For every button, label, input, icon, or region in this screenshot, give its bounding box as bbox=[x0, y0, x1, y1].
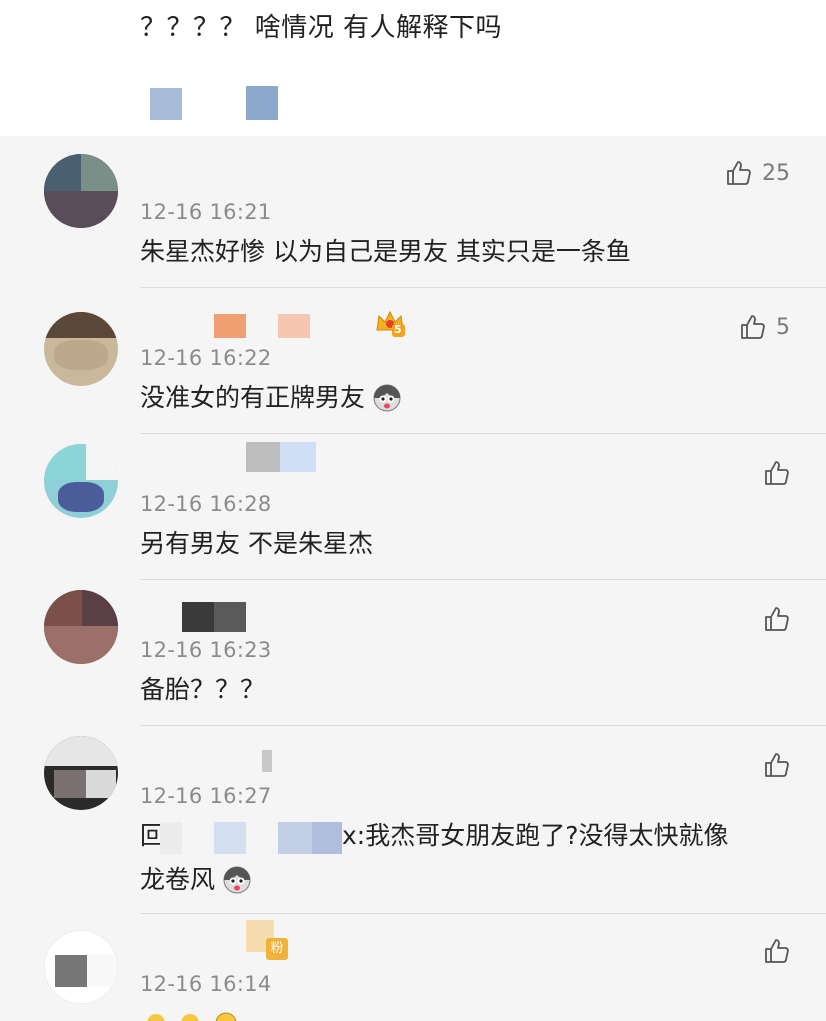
like-button[interactable] bbox=[762, 458, 800, 488]
avatar[interactable] bbox=[44, 930, 118, 1004]
emoji-icon bbox=[147, 1012, 237, 1021]
username-blur[interactable] bbox=[214, 314, 246, 338]
thumbs-up-icon bbox=[741, 315, 765, 339]
username-blur[interactable] bbox=[278, 314, 310, 338]
comment-item: 12-16 16:23 备胎？？？ bbox=[0, 580, 826, 726]
comment-text: 备胎？？？ bbox=[140, 675, 266, 704]
avatar[interactable] bbox=[44, 736, 118, 810]
husky-face-emoji-icon bbox=[223, 866, 251, 894]
username-blur[interactable] bbox=[182, 602, 214, 632]
like-count: 5 bbox=[776, 314, 790, 340]
comment-time: 12-16 16:28 bbox=[140, 492, 272, 516]
thumbs-up-icon bbox=[765, 939, 789, 963]
reply-user-blur[interactable] bbox=[160, 822, 182, 854]
emoji-row bbox=[146, 1008, 266, 1021]
comment-text: 另有男友 不是朱星杰 bbox=[140, 529, 373, 558]
avatar[interactable] bbox=[44, 590, 118, 664]
avatar[interactable] bbox=[44, 444, 118, 518]
reply-text-line-2-body: 龙卷风 bbox=[140, 865, 216, 894]
thumbs-up-icon bbox=[765, 461, 789, 485]
reply-user-blur[interactable] bbox=[312, 822, 342, 854]
comment-time: 12-16 16:23 bbox=[140, 638, 272, 662]
comment-item: 12-16 16:27 回 x:我杰哥女朋友跑了?没得太快就像 龙卷风 bbox=[0, 726, 826, 914]
username-blur[interactable] bbox=[214, 602, 246, 632]
post-text: ？？？？ 啥情况 有人解释下吗 bbox=[140, 13, 503, 43]
like-button[interactable] bbox=[762, 750, 800, 780]
thumbs-up-icon bbox=[727, 161, 751, 185]
post-image-blur-2[interactable] bbox=[246, 86, 278, 120]
username-blur[interactable] bbox=[262, 750, 272, 772]
avatar[interactable] bbox=[44, 154, 118, 228]
comment-item: 5 5 12-16 16:22 没准女的有正牌男友 bbox=[0, 288, 826, 434]
like-button[interactable] bbox=[762, 604, 800, 634]
username-blur[interactable] bbox=[280, 442, 316, 472]
fan-tag-badge: 粉 bbox=[266, 938, 288, 960]
comment-time: 12-16 16:14 bbox=[140, 972, 272, 996]
comment-time: 12-16 16:27 bbox=[140, 784, 272, 808]
reply-text-tail: x:我杰哥女朋友跑了?没得太快就像 bbox=[342, 821, 729, 850]
comment-item: 25 12-16 16:21 朱星杰好惨 以为自己是男友 其实只是一条鱼 bbox=[0, 136, 826, 288]
post-card: ？？？？ 啥情况 有人解释下吗 bbox=[0, 0, 826, 136]
like-button[interactable]: 5 bbox=[738, 312, 790, 342]
comment-text: 没准女的有正牌男友 bbox=[140, 376, 401, 420]
like-button[interactable]: 25 bbox=[724, 158, 790, 188]
username-blur[interactable] bbox=[246, 442, 280, 472]
post-image-blur-1[interactable] bbox=[150, 88, 182, 120]
reply-user-blur[interactable] bbox=[278, 822, 312, 854]
comment-text-body: 没准女的有正牌男友 bbox=[140, 383, 366, 412]
husky-face-emoji-icon bbox=[373, 384, 401, 412]
fan-tag-label: 粉 bbox=[270, 941, 284, 956]
comment-time: 12-16 16:21 bbox=[140, 200, 272, 224]
comment-item: 12-16 16:28 另有男友 不是朱星杰 bbox=[0, 434, 826, 580]
avatar[interactable] bbox=[44, 312, 118, 386]
reply-user-blur[interactable] bbox=[214, 822, 246, 854]
like-button[interactable] bbox=[762, 936, 800, 966]
comment-item: 粉 12-16 16:14 bbox=[0, 914, 826, 1021]
badge-level: 5 bbox=[394, 323, 402, 336]
comment-time: 12-16 16:22 bbox=[140, 346, 272, 370]
like-count: 25 bbox=[762, 160, 790, 186]
crown-badge-icon: 5 bbox=[374, 308, 406, 338]
comment-text: 朱星杰好惨 以为自己是男友 其实只是一条鱼 bbox=[140, 237, 631, 266]
reply-text-line-2: 龙卷风 bbox=[140, 858, 251, 902]
thumbs-up-icon bbox=[765, 607, 789, 631]
thumbs-up-icon bbox=[765, 753, 789, 777]
